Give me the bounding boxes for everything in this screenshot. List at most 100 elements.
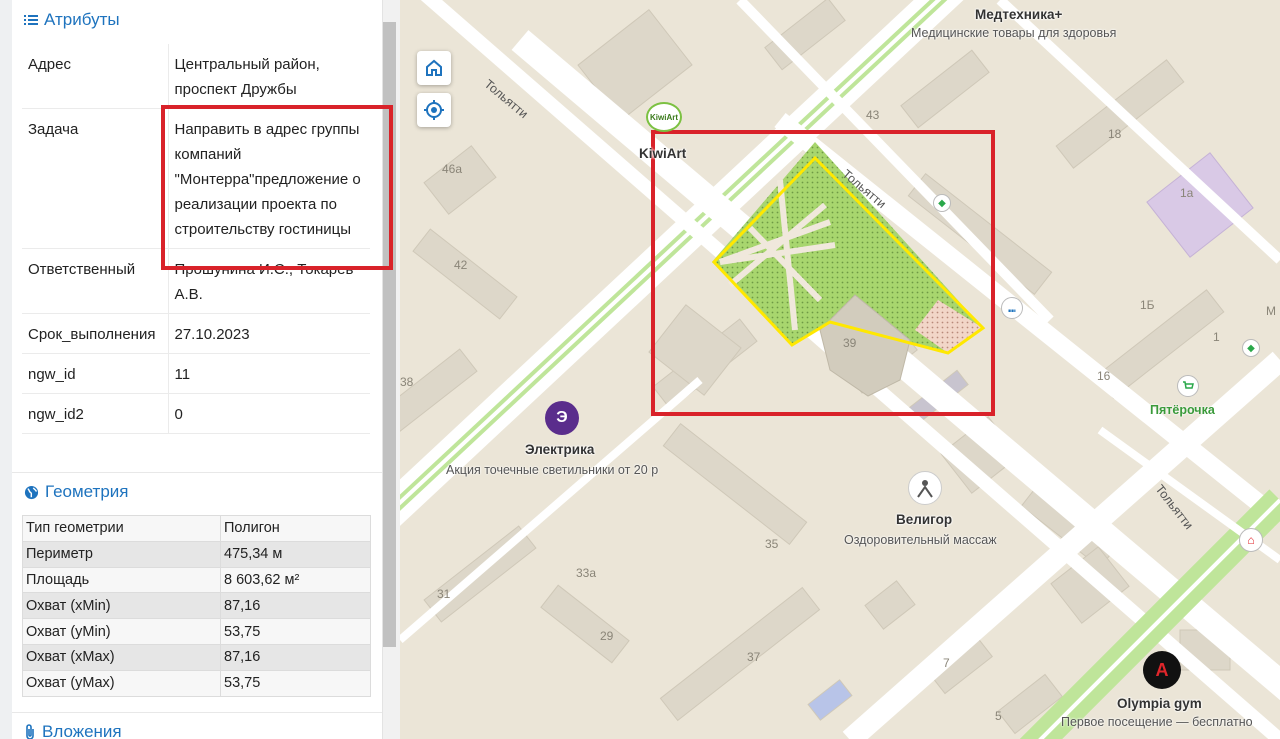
elektrika-logo[interactable]: Э bbox=[545, 401, 579, 435]
table-row: Тип геометрии Полигон bbox=[22, 515, 371, 542]
attr-key: ngw_id2 bbox=[22, 393, 169, 434]
geo-value: 87,16 bbox=[220, 592, 371, 620]
globe-icon bbox=[24, 485, 39, 499]
attr-value: Направить в адрес группы компаний "Монте… bbox=[168, 108, 370, 249]
table-row: ngw_id 11 bbox=[22, 353, 370, 394]
poi-veligor-desc: Оздоровительный массаж bbox=[844, 533, 997, 547]
olympia-logo-glyph: A bbox=[1155, 659, 1169, 680]
attachments-title: Вложения bbox=[42, 722, 122, 739]
table-row: ngw_id2 0 bbox=[22, 393, 370, 434]
geo-key: Охват (xMin) bbox=[22, 592, 221, 620]
attributes-title: Атрибуты bbox=[44, 10, 120, 29]
paperclip-icon bbox=[26, 724, 34, 739]
map-canvas[interactable] bbox=[400, 0, 1280, 739]
kiwiart-logo[interactable]: KiwiArt bbox=[646, 102, 682, 132]
shop-icon[interactable]: ⌂ bbox=[1239, 528, 1263, 552]
building-number: 33а bbox=[576, 566, 597, 580]
table-row: Охват (xMin) 87,16 bbox=[22, 592, 371, 620]
attr-key: Ответственный bbox=[22, 248, 169, 314]
veligor-logo[interactable] bbox=[908, 471, 942, 505]
geo-key: Периметр bbox=[22, 540, 221, 568]
building-number: 35 bbox=[765, 537, 779, 551]
attr-value: Прошунина И.С., Токарев А.В. bbox=[168, 248, 370, 314]
locate-button[interactable] bbox=[417, 93, 451, 127]
attachments-header[interactable]: Вложения bbox=[24, 722, 122, 739]
geo-key: Площадь bbox=[22, 566, 221, 594]
poi-elektrika-desc: Акция точечные светильники от 20 р bbox=[446, 463, 659, 477]
place-icon[interactable]: ◆ bbox=[933, 194, 951, 212]
building-number: 1Б bbox=[1140, 298, 1155, 312]
table-row: Срок_выполнения 27.10.2023 bbox=[22, 313, 370, 354]
geo-key: Охват (yMax) bbox=[22, 669, 221, 697]
home-button[interactable] bbox=[417, 51, 451, 85]
home-icon bbox=[426, 59, 442, 76]
table-row: Охват (xMax) 87,16 bbox=[22, 643, 371, 671]
restaurant-icon[interactable]: ⑉ bbox=[1001, 297, 1023, 319]
geo-value: 53,75 bbox=[220, 669, 371, 697]
geo-key: Тип геометрии bbox=[22, 515, 221, 542]
attr-key: Задача bbox=[22, 108, 169, 249]
building-number: 5 bbox=[995, 709, 1002, 723]
geo-value: 8 603,62 м² bbox=[220, 566, 371, 594]
geometry-header[interactable]: Геометрия bbox=[24, 482, 129, 502]
attr-key: Срок_выполнения bbox=[22, 313, 169, 354]
attr-value: Центральный район, проспект Дружбы bbox=[168, 44, 370, 109]
poi-medtehnika-desc: Медицинские товары для здоровья bbox=[911, 26, 1117, 40]
poi-medtehnika-name[interactable]: Медтехника+ bbox=[975, 7, 1062, 22]
building-number: 1 bbox=[1213, 330, 1220, 344]
map-view[interactable]: Медтехника+ Медицинские товары для здоро… bbox=[400, 0, 1280, 739]
geo-value: 475,34 м bbox=[220, 540, 371, 568]
building-number: 39 bbox=[843, 336, 857, 350]
cart-icon[interactable] bbox=[1177, 375, 1199, 397]
building-number: 1а bbox=[1180, 186, 1194, 200]
geo-key: Охват (yMin) bbox=[22, 618, 221, 645]
geometry-title: Геометрия bbox=[45, 482, 129, 501]
olympia-logo[interactable]: A bbox=[1143, 651, 1181, 689]
elektrika-logo-glyph: Э bbox=[556, 409, 568, 426]
building-number: 7 bbox=[943, 656, 950, 670]
building-number: 31 bbox=[437, 587, 451, 601]
table-row: Периметр 475,34 м bbox=[22, 540, 371, 568]
building-number: 42 bbox=[454, 258, 468, 272]
divider bbox=[12, 712, 382, 713]
building-number: 16 bbox=[1097, 369, 1111, 383]
table-row: Ответственный Прошунина И.С., Токарев А.В… bbox=[22, 248, 370, 314]
kiwiart-logo-text: KiwiArt bbox=[650, 112, 678, 122]
attr-key: Адрес bbox=[22, 44, 169, 109]
geo-key: Охват (xMax) bbox=[22, 643, 221, 671]
table-row: Охват (yMin) 53,75 bbox=[22, 618, 371, 645]
geo-value: 87,16 bbox=[220, 643, 371, 671]
locate-icon bbox=[424, 100, 444, 120]
place-icon[interactable]: ◆ bbox=[1242, 339, 1260, 357]
table-row: Адрес Центральный район, проспект Дружбы bbox=[22, 44, 370, 109]
poi-olympia-desc: Первое посещение — бесплатно bbox=[1061, 715, 1253, 729]
attributes-panel: Атрибуты Адрес Центральный район, проспек… bbox=[0, 0, 400, 739]
attributes-header[interactable]: Атрибуты bbox=[24, 10, 120, 30]
poi-kiwiart-name[interactable]: KiwiArt bbox=[639, 146, 686, 161]
geometry-table: Тип геометрии Полигон Периметр 475,34 м Пл… bbox=[22, 515, 371, 697]
panel-edge bbox=[0, 0, 12, 739]
poi-veligor-name[interactable]: Велигор bbox=[896, 512, 952, 527]
building-number: 18 bbox=[1108, 127, 1122, 141]
building-number: 46а bbox=[442, 162, 463, 176]
table-row: Площадь 8 603,62 м² bbox=[22, 566, 371, 594]
building-number: 29 bbox=[600, 629, 614, 643]
poi-elektrika-name[interactable]: Электрика bbox=[525, 442, 594, 457]
geo-value: 53,75 bbox=[220, 618, 371, 645]
attr-key: ngw_id bbox=[22, 353, 169, 394]
massage-icon bbox=[917, 480, 933, 498]
building-number: 37 bbox=[747, 650, 761, 664]
poi-pyaterochka-name[interactable]: Пятёрочка bbox=[1150, 403, 1215, 417]
list-icon bbox=[24, 15, 38, 25]
divider bbox=[12, 472, 382, 473]
attributes-table: Адрес Центральный район, проспект Дружбы … bbox=[22, 44, 370, 434]
poi-olympia-name[interactable]: Olympia gym bbox=[1117, 696, 1202, 711]
table-row: Охват (yMax) 53,75 bbox=[22, 669, 371, 697]
building-number: 38 bbox=[400, 375, 414, 389]
table-row: Задача Направить в адрес группы компаний … bbox=[22, 108, 370, 249]
building-number: 43 bbox=[866, 108, 880, 122]
geo-value: Полигон bbox=[220, 515, 371, 542]
scrollbar-thumb[interactable] bbox=[383, 22, 396, 647]
attr-value: 0 bbox=[168, 393, 370, 434]
building-number: М bbox=[1266, 304, 1276, 318]
